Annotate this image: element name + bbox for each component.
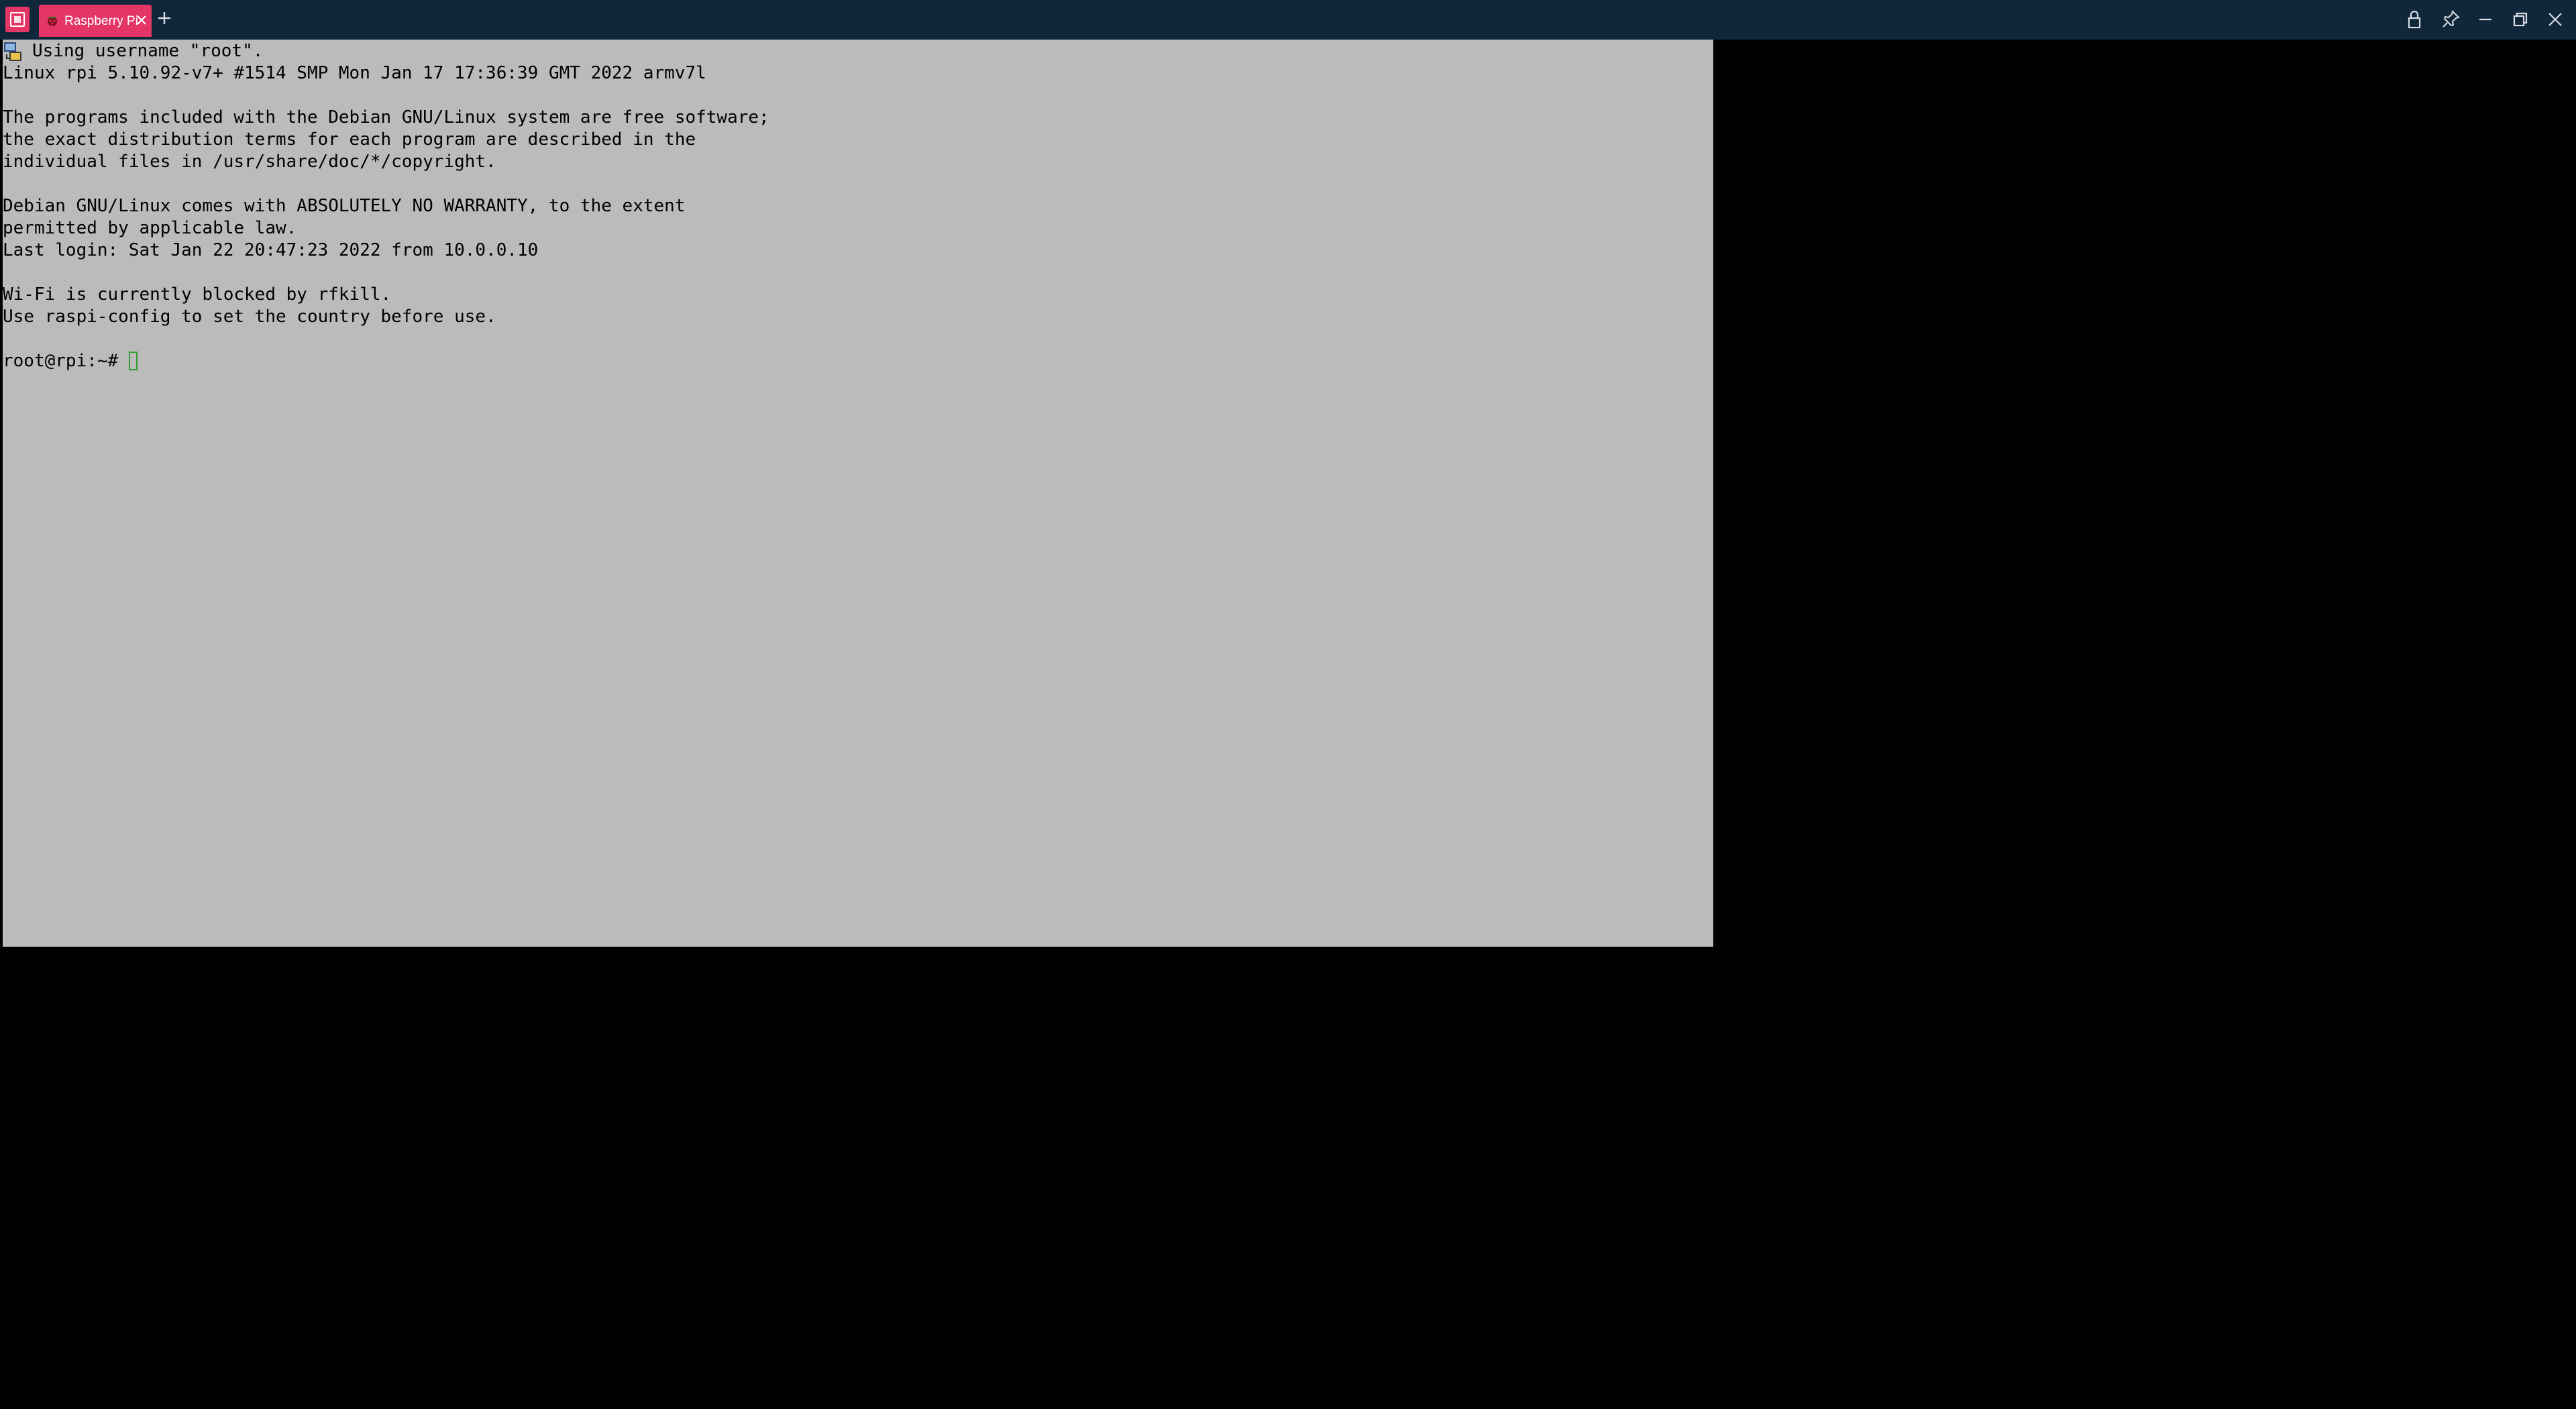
terminal-line: Linux rpi 5.10.92-v7+ #1514 SMP Mon Jan …	[3, 63, 706, 83]
shell-prompt: root@rpi:~#	[3, 351, 119, 371]
terminal-output: Using username "root". Linux rpi 5.10.92-…	[3, 40, 769, 372]
new-tab-plus-icon[interactable]	[156, 9, 173, 27]
prompt-line[interactable]: root@rpi:~#	[3, 350, 769, 372]
tab-label: Raspberry Pi	[64, 14, 138, 28]
terminal-line: Last login: Sat Jan 22 20:47:23 2022 fro…	[3, 240, 539, 260]
terminal-line: Wi-Fi is currently blocked by rfkill.	[3, 284, 392, 305]
raspberry-pi-icon	[48, 16, 57, 26]
app-logo-icon[interactable]	[5, 7, 30, 32]
tab-close-icon[interactable]	[133, 11, 150, 29]
tab-raspberry-pi[interactable]: Raspberry Pi	[39, 5, 152, 37]
title-bar: Raspberry Pi	[0, 0, 2576, 40]
lock-icon[interactable]	[2402, 7, 2427, 32]
terminal-line: individual files in /usr/share/doc/*/cop…	[3, 152, 496, 172]
minimize-icon[interactable]	[2473, 7, 2498, 32]
restore-icon[interactable]	[2508, 7, 2533, 32]
terminal-line: the exact distribution terms for each pr…	[3, 129, 696, 150]
terminal-line: The programs included with the Debian GN…	[3, 107, 769, 127]
terminal-line: Use raspi-config to set the country befo…	[3, 307, 496, 327]
terminal-line: permitted by applicable law.	[3, 218, 297, 238]
terminal-line: Using username "root".	[32, 41, 264, 61]
text-cursor	[129, 352, 138, 370]
terminal-line: Debian GNU/Linux comes with ABSOLUTELY N…	[3, 196, 686, 216]
pin-icon[interactable]	[2438, 7, 2463, 32]
close-icon[interactable]	[2542, 7, 2568, 32]
